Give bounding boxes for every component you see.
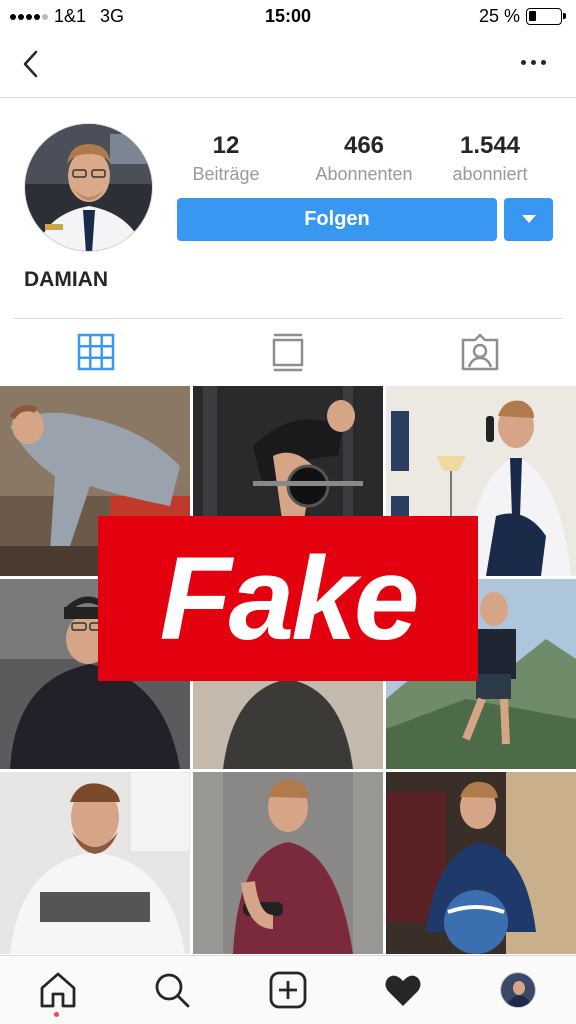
battery-icon: [526, 8, 566, 25]
profile-avatar-icon: [501, 973, 535, 1007]
status-bar: 1&1 3G 15:00 25 %: [0, 0, 576, 32]
activity-button[interactable]: [383, 970, 423, 1010]
new-post-button[interactable]: [268, 970, 308, 1010]
divider: [14, 318, 562, 319]
post-thumbnail[interactable]: [0, 772, 190, 954]
home-button[interactable]: [38, 970, 78, 1010]
fake-warning-banner: Fake: [98, 516, 478, 681]
post-thumbnail[interactable]: [386, 772, 576, 954]
status-bar-right: 25 %: [478, 6, 566, 27]
profile-name: DAMIAN: [24, 268, 108, 291]
tab-tagged[interactable]: [460, 332, 500, 372]
posts-count: 12: [212, 132, 240, 159]
feed-icon: [272, 333, 304, 372]
avatar-photo: [25, 124, 152, 251]
stat-followers[interactable]: 466 Abonnenten: [299, 132, 429, 185]
tagged-icon: [461, 333, 499, 371]
search-icon: [155, 973, 190, 1008]
more-options-icon[interactable]: [521, 60, 546, 65]
add-icon: [269, 971, 307, 1009]
stat-posts[interactable]: 12 Beiträge: [161, 132, 291, 185]
follow-button[interactable]: Folgen: [177, 198, 497, 241]
fake-label: Fake: [159, 532, 420, 665]
bottom-navigation: [0, 955, 576, 1024]
followers-count: 466: [343, 132, 385, 159]
grid-icon: [77, 333, 115, 371]
post-thumbnail[interactable]: [193, 772, 383, 954]
tab-feed[interactable]: [268, 332, 308, 372]
profile-tab-avatar[interactable]: [500, 972, 536, 1008]
followers-label: Abonnenten: [315, 164, 413, 184]
posts-label: Beiträge: [192, 164, 260, 184]
following-count: 1.544: [459, 132, 521, 159]
suggestions-dropdown-button[interactable]: [504, 198, 553, 241]
nav-bar: [0, 32, 576, 98]
battery-percent: 25 %: [478, 6, 520, 26]
back-icon[interactable]: [20, 48, 44, 80]
profile-avatar[interactable]: [24, 123, 153, 252]
home-icon: [40, 972, 76, 1008]
tab-grid[interactable]: [76, 332, 116, 372]
search-button[interactable]: [152, 970, 192, 1010]
stat-following[interactable]: 1.544 abonniert: [425, 132, 555, 185]
home-notification-dot: [54, 1012, 59, 1017]
following-label: abonniert: [452, 164, 528, 184]
heart-icon: [385, 975, 421, 1006]
